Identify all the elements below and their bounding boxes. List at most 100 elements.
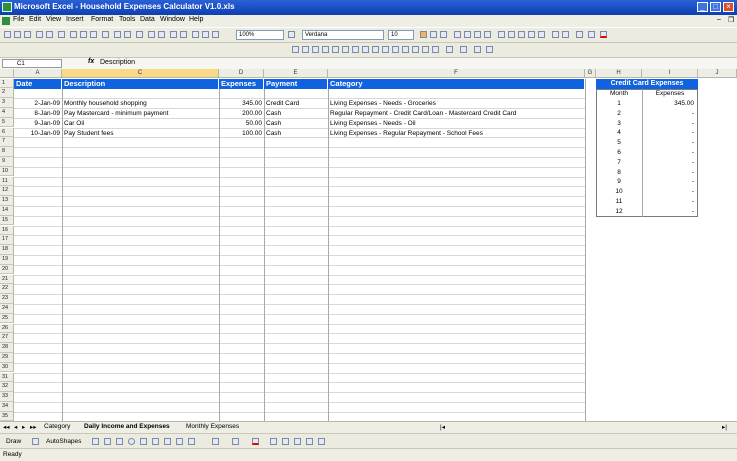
credit-card-month[interactable]: 3 [596, 119, 642, 129]
row-header[interactable]: 15 [0, 215, 14, 226]
cell-date[interactable]: 10-Jan-09 [14, 129, 62, 139]
currency-icon[interactable] [498, 31, 505, 38]
cell-payment[interactable]: Cash [266, 119, 328, 129]
toolbar-tool-3-icon[interactable] [312, 46, 319, 53]
align-right-icon[interactable] [474, 31, 481, 38]
row-header[interactable]: 34 [0, 401, 14, 412]
column-header-e[interactable]: E [264, 69, 328, 78]
row-header[interactable]: 25 [0, 313, 14, 324]
column-header-h[interactable]: H [596, 69, 642, 78]
row-header[interactable]: 19 [0, 254, 14, 265]
cell-category[interactable]: Living Expenses - Needs - Groceries [330, 99, 584, 109]
row-header[interactable]: 10 [0, 166, 14, 177]
cell-payment[interactable]: Cash [266, 109, 328, 119]
paste-function-icon[interactable] [158, 31, 165, 38]
row-header[interactable]: 32 [0, 382, 14, 393]
credit-card-expense[interactable]: - [642, 128, 696, 138]
row-header[interactable]: 9 [0, 156, 14, 167]
arrow-style-icon[interactable] [294, 438, 301, 445]
header-description[interactable]: Description [62, 79, 219, 89]
font-select[interactable]: Verdana [302, 30, 384, 40]
row-header[interactable]: 27 [0, 333, 14, 344]
cell-expenses[interactable]: 100.00 [219, 129, 264, 139]
row-header[interactable]: 28 [0, 343, 14, 353]
menu-edit[interactable]: Edit [29, 16, 41, 23]
credit-card-expense[interactable]: - [642, 138, 696, 148]
diagram-icon[interactable] [164, 438, 171, 445]
toolbar-tool-2-icon[interactable] [302, 46, 309, 53]
cut-icon[interactable] [70, 31, 77, 38]
cell-expenses[interactable]: 50.00 [219, 119, 264, 129]
first-sheet-icon[interactable]: ◂◂ [3, 423, 10, 431]
credit-card-expenses-header[interactable]: Expenses [642, 89, 698, 99]
row-header[interactable]: 17 [0, 235, 14, 246]
toolbar-tool-7-icon[interactable] [352, 46, 359, 53]
drawing-icon[interactable] [212, 31, 219, 38]
maximize-icon[interactable]: □ [710, 2, 721, 12]
autosum-icon[interactable] [148, 31, 155, 38]
merge-center-icon[interactable] [484, 31, 491, 38]
credit-card-month[interactable]: 7 [596, 158, 642, 168]
increase-decimal-icon[interactable] [528, 31, 535, 38]
row-header[interactable]: 1 [0, 78, 14, 89]
row-header[interactable]: 20 [0, 264, 14, 275]
toolbar-tool-17-icon[interactable] [460, 46, 467, 53]
autoshapes-menu[interactable]: AutoShapes [46, 438, 81, 445]
row-header[interactable]: 35 [0, 411, 14, 422]
toolbar-tool-4-icon[interactable] [322, 46, 329, 53]
credit-card-expense[interactable]: - [642, 148, 696, 158]
prev-sheet-icon[interactable]: ◂ [14, 423, 17, 431]
header-expenses[interactable]: Expenses [219, 79, 264, 89]
toolbar-tool-9-icon[interactable] [372, 46, 379, 53]
format-painter-icon[interactable] [102, 31, 109, 38]
cell-category[interactable]: Regular Repayment - Credit Card/Loan - M… [330, 109, 584, 119]
arrow-icon[interactable] [104, 438, 111, 445]
credit-card-expense[interactable]: - [642, 119, 696, 129]
toolbar-tool-19-icon[interactable] [486, 46, 493, 53]
row-header[interactable]: 29 [0, 352, 14, 363]
clipart-icon[interactable] [176, 438, 183, 445]
credit-card-expense[interactable]: - [642, 197, 696, 207]
credit-card-month[interactable]: 8 [596, 168, 642, 178]
toolbar-tool-1-icon[interactable] [292, 46, 299, 53]
chart-wizard-icon[interactable] [192, 31, 199, 38]
scroll-right-icon[interactable]: ▸| [722, 423, 727, 431]
toolbar-tool-6-icon[interactable] [342, 46, 349, 53]
row-header[interactable]: 8 [0, 147, 14, 157]
line-color-icon[interactable] [232, 438, 239, 445]
toolbar-tool-16-icon[interactable] [446, 46, 453, 53]
new-icon[interactable] [4, 31, 11, 38]
percent-icon[interactable] [508, 31, 515, 38]
credit-card-month[interactable]: 5 [596, 138, 642, 148]
sort-descending-icon[interactable] [180, 31, 187, 38]
cell-category[interactable]: Living Expenses - Needs - Oil [330, 119, 584, 129]
3d-icon[interactable] [318, 438, 325, 445]
oval-icon[interactable] [128, 438, 135, 445]
row-header[interactable]: 4 [0, 107, 14, 118]
paste-icon[interactable] [90, 31, 97, 38]
cell-description[interactable]: Pay Mastercard - minimum payment [64, 109, 218, 119]
cell-expenses[interactable]: 200.00 [219, 109, 264, 119]
row-header[interactable]: 13 [0, 196, 14, 206]
credit-card-expense[interactable]: 345.00 [642, 99, 696, 109]
credit-card-expense[interactable]: - [642, 168, 696, 178]
row-header[interactable]: 30 [0, 362, 14, 373]
cell-description[interactable]: Car Oil [64, 119, 218, 129]
decrease-decimal-icon[interactable] [538, 31, 545, 38]
credit-card-month[interactable]: 6 [596, 148, 642, 158]
line-style-icon[interactable] [270, 438, 277, 445]
credit-card-month-header[interactable]: Month [596, 89, 642, 99]
sheet-tab-daily-income-expenses[interactable]: Daily Income and Expenses [84, 423, 170, 430]
menu-file[interactable]: File [13, 16, 24, 23]
doc-minimize-icon[interactable]: – [717, 16, 721, 23]
credit-card-month[interactable]: 2 [596, 109, 642, 119]
row-header[interactable]: 23 [0, 294, 14, 304]
fill-color-draw-icon[interactable] [212, 438, 219, 445]
next-sheet-icon[interactable]: ▸ [22, 423, 25, 431]
wordart-icon[interactable] [152, 438, 159, 445]
sheet-tab-monthly-expenses[interactable]: Monthly Expenses [186, 423, 239, 430]
cell-date[interactable]: 9-Jan-09 [14, 119, 62, 129]
credit-card-expense[interactable]: - [642, 158, 696, 168]
comma-icon[interactable] [518, 31, 525, 38]
zoom-select[interactable]: 100% [236, 30, 284, 40]
